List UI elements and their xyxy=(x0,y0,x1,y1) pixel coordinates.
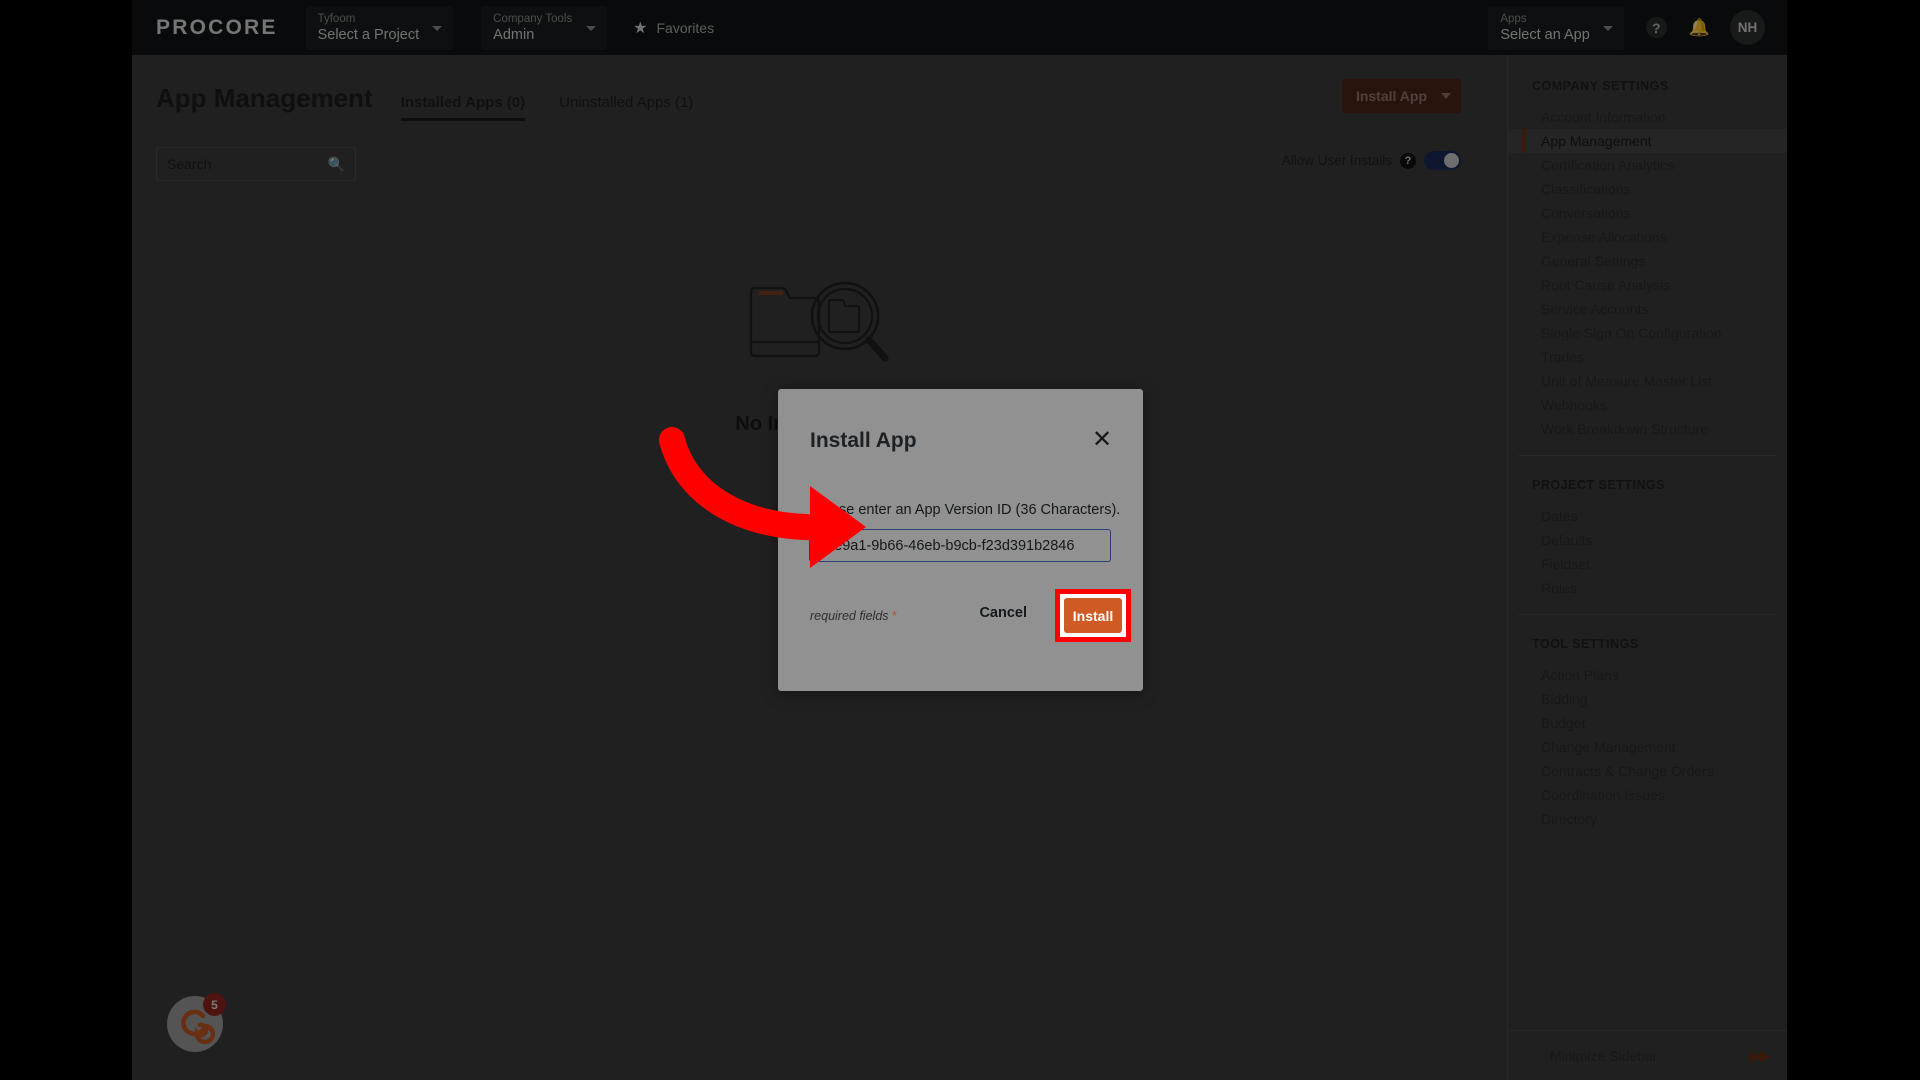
sidebar-item-dates[interactable]: Dates xyxy=(1508,504,1787,528)
install-app-modal: Install App ✕ Please enter an App Versio… xyxy=(778,389,1143,691)
chevron-down-icon xyxy=(1602,25,1613,31)
sidebar-section-heading: TOOL SETTINGS xyxy=(1532,637,1639,651)
tab-uninstalled-apps[interactable]: Uninstalled Apps (1) xyxy=(559,94,693,118)
sidebar-item-contracts-change-orders[interactable]: Contracts & Change Orders xyxy=(1508,759,1787,783)
logo-text: PROCORE xyxy=(156,15,278,39)
company-tools-value: Admin xyxy=(493,26,535,43)
avatar[interactable]: NH xyxy=(1730,10,1765,45)
sidebar-item-certification-analytics[interactable]: Certification Analytics xyxy=(1508,153,1787,177)
required-fields-label: required fields xyxy=(810,609,889,623)
sidebar-sections: COMPANY SETTINGS Account Information App… xyxy=(1508,55,1787,831)
apps-selector[interactable]: Apps Select an App xyxy=(1488,5,1624,50)
toggle-knob xyxy=(1444,153,1459,168)
minimize-sidebar-button[interactable]: Minimize Sidebar ▶▶ xyxy=(1508,1030,1787,1080)
required-asterisk: * xyxy=(892,609,897,623)
search-input[interactable]: Search 🔍 xyxy=(156,147,356,181)
sidebar-item-roles[interactable]: Roles xyxy=(1508,576,1787,600)
search-placeholder: Search xyxy=(167,156,212,172)
sidebar-item-fieldset[interactable]: Fieldset xyxy=(1508,552,1787,576)
sidebar-item-classifications[interactable]: Classifications xyxy=(1508,177,1787,201)
chat-badge: 5 xyxy=(203,993,226,1016)
allow-user-installs-label: Allow User Installs xyxy=(1281,153,1392,168)
search-icon: 🔍 xyxy=(327,155,345,172)
required-fields-note: required fields * xyxy=(810,609,897,623)
favorites-button[interactable]: ★ Favorites xyxy=(633,18,714,38)
install-app-button-label: Install App xyxy=(1355,88,1427,104)
sidebar-section-heading: COMPANY SETTINGS xyxy=(1532,79,1669,93)
install-app-button[interactable]: Install App xyxy=(1341,79,1461,113)
settings-sidebar: COMPANY SETTINGS Account Information App… xyxy=(1507,55,1787,1080)
sidebar-item-action-plans[interactable]: Action Plans xyxy=(1508,663,1787,687)
apps-selector-value: Select an App xyxy=(1500,26,1590,43)
sidebar-item-bidding[interactable]: Bidding xyxy=(1508,687,1787,711)
project-selector-label: Tyfoom xyxy=(317,12,356,25)
company-tools-label: Company Tools xyxy=(493,12,573,25)
install-button-highlight-inner: Install xyxy=(1060,594,1126,637)
chevron-down-icon xyxy=(432,25,443,31)
tab-bar: Installed Apps (0) Uninstalled Apps (1) xyxy=(400,94,693,121)
sidebar-item-expense-allocations[interactable]: Expense Allocations xyxy=(1508,225,1787,249)
close-icon[interactable]: ✕ xyxy=(1089,427,1115,453)
sidebar-item-coordination-issues[interactable]: Coordination Issues xyxy=(1508,783,1787,807)
install-button[interactable]: Install xyxy=(1064,598,1122,633)
folder-magnifier-icon xyxy=(749,281,888,362)
chat-widget[interactable]: 5 xyxy=(167,993,226,1052)
chevron-down-icon xyxy=(586,25,597,31)
sidebar-item-trades[interactable]: Trades xyxy=(1508,345,1787,369)
sidebar-item-conversations[interactable]: Conversations xyxy=(1508,201,1787,225)
top-nav-right-group: Apps Select an App ? 🔔 NH xyxy=(1460,5,1787,50)
sidebar-item-general-settings[interactable]: General Settings xyxy=(1508,249,1787,273)
sidebar-item-webhooks[interactable]: Webhooks xyxy=(1508,393,1787,417)
apps-selector-label: Apps xyxy=(1500,12,1527,25)
sidebar-section-heading: PROJECT SETTINGS xyxy=(1532,478,1666,492)
sidebar-item-single-sign-on-configuration[interactable]: Single Sign On Configuration xyxy=(1508,321,1787,345)
sidebar-section-project-settings: PROJECT SETTINGS Dates Defaults Fieldset… xyxy=(1508,478,1787,600)
star-icon: ★ xyxy=(633,19,648,37)
page-title: App Management xyxy=(156,83,373,113)
help-glyph: ? xyxy=(1404,154,1412,167)
top-navigation-bar: PROCORE Tyfoom Select a Project Company … xyxy=(132,0,1787,55)
sidebar-item-root-cause-analysis[interactable]: Root Cause Analysis xyxy=(1508,273,1787,297)
install-button-highlight-box: Install xyxy=(1055,589,1131,642)
project-selector[interactable]: Tyfoom Select a Project xyxy=(305,5,454,50)
cancel-button[interactable]: Cancel xyxy=(979,605,1027,621)
sidebar-item-change-management[interactable]: Change Management xyxy=(1508,735,1787,759)
procore-logo[interactable]: PROCORE xyxy=(156,16,278,40)
page-header: App Management Installed Apps (0) Uninst… xyxy=(156,83,693,121)
screenshot-root: PROCORE Tyfoom Select a Project Company … xyxy=(0,0,1920,1080)
sidebar-section-company-settings: COMPANY SETTINGS Account Information App… xyxy=(1508,79,1787,441)
chevron-down-icon xyxy=(1441,93,1451,99)
sidebar-item-defaults[interactable]: Defaults xyxy=(1508,528,1787,552)
sidebar-item-budget[interactable]: Budget xyxy=(1508,711,1787,735)
help-glyph: ? xyxy=(1652,19,1661,36)
sidebar-item-directory[interactable]: Directory xyxy=(1508,807,1787,831)
app-version-id-input[interactable] xyxy=(809,529,1111,562)
allow-user-installs-toggle[interactable] xyxy=(1424,151,1461,170)
minimize-sidebar-label: Minimize Sidebar xyxy=(1550,1047,1658,1064)
help-icon[interactable]: ? xyxy=(1645,17,1667,38)
company-tools-selector[interactable]: Company Tools Admin xyxy=(481,5,608,50)
favorites-label: Favorites xyxy=(656,19,715,36)
sidebar-item-account-information[interactable]: Account Information xyxy=(1508,105,1787,129)
modal-instruction-text: Please enter an App Version ID (36 Chara… xyxy=(810,502,1121,518)
allow-user-installs-row: Allow User Installs ? xyxy=(1282,151,1461,170)
sidebar-item-work-breakdown-structure[interactable]: Work Breakdown Structure xyxy=(1508,417,1787,441)
sidebar-section-tool-settings: TOOL SETTINGS Action Plans Bidding Budge… xyxy=(1508,637,1787,831)
project-selector-value: Select a Project xyxy=(317,26,420,43)
sidebar-item-service-accounts[interactable]: Service Accounts xyxy=(1508,297,1787,321)
tab-installed-apps[interactable]: Installed Apps (0) xyxy=(400,94,526,121)
sidebar-item-unit-of-measure-master-list[interactable]: Unit of Measure Master List xyxy=(1508,369,1787,393)
avatar-initials: NH xyxy=(1737,20,1758,35)
double-chevron-right-icon: ▶▶ xyxy=(1749,1047,1771,1065)
modal-title: Install App xyxy=(810,429,917,452)
sidebar-item-app-management[interactable]: App Management xyxy=(1508,129,1787,153)
help-icon[interactable]: ? xyxy=(1400,152,1416,169)
bell-icon[interactable]: 🔔 xyxy=(1689,18,1710,38)
